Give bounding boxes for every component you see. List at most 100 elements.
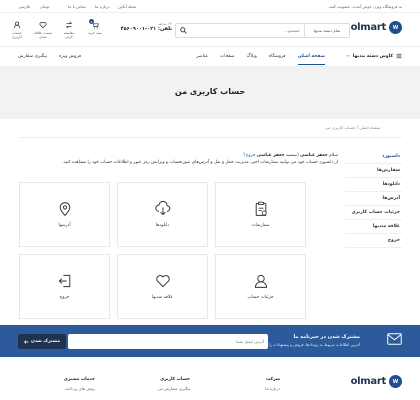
subscribe-label: مشترک شدن (30, 339, 61, 344)
divider (18, 137, 402, 138)
site-logo[interactable]: W olmart (351, 21, 402, 34)
logout-icon (58, 274, 70, 288)
clipboard-icon (255, 201, 267, 216)
nav-item-pages[interactable]: صفحات (220, 54, 235, 65)
footer-logo-mark: W (389, 375, 402, 388)
account-button[interactable]: حساب کاربری (8, 21, 26, 39)
sidebar-item-orders[interactable]: سفارش‌ها (345, 164, 402, 178)
card-downloads[interactable]: دانلودها (117, 182, 208, 247)
contact-link[interactable]: تماس با ما (68, 4, 86, 9)
nav-item-home[interactable]: صفحه اصلی (297, 54, 325, 65)
search-category-select[interactable]: تمام دسته بندیها (304, 24, 349, 37)
card-addresses[interactable]: آدرسها (19, 182, 110, 247)
user-icon (13, 21, 21, 29)
nav-item-shop[interactable]: فروشگاه (269, 54, 286, 65)
user-name: جعفر عباسی (300, 153, 328, 158)
page-title: حساب کاربری من (174, 87, 246, 96)
welcome-description: از داشبورد حساب خود می توانید سفارشات اخ… (62, 159, 338, 165)
about-link[interactable]: درباره ما (95, 4, 110, 9)
sidebar-item-logout[interactable]: خروج (345, 234, 402, 248)
footer-col-account-title: حساب کاربری (160, 377, 190, 382)
footer-col-service: خدمات مشتری روش های پرداخت (64, 377, 95, 391)
header-icons: 0 سبد خرید مقایسه کردن لیست علاقه مندی ح… (8, 19, 104, 39)
sidebar-item-wishlist[interactable]: علاقه مندیها (345, 220, 402, 234)
footer-link-track-order[interactable]: پیگیری سفارش من (158, 386, 190, 391)
card-account-label: جزئیات حساب (247, 295, 274, 300)
announcement-text: به فروشگاه ویژن خوش آمدید. عضویت کنید. (328, 4, 402, 9)
newsletter-title: مشترک شدن در خبرنامه ما (293, 334, 360, 340)
user-icon (254, 274, 267, 288)
search-bar: تمام دسته بندیها (175, 23, 350, 38)
main-nav: کاوش دسته بندیها صفحه اصلی فروشگاه وبلاگ… (0, 46, 420, 67)
breadcrumb[interactable]: صفحه اصلی / حساب کاربری من (325, 125, 380, 130)
download-icon (154, 201, 170, 216)
nav-left-links: فروش ویژه پیگیری سفارش (18, 54, 81, 59)
card-orders-label: سفارشات (251, 223, 270, 228)
blog-link[interactable]: مجله آنلاین (118, 4, 136, 9)
user-name-2: جعفر عباسی (256, 153, 285, 158)
search-button[interactable] (176, 24, 190, 37)
card-logout-label: خروج (59, 295, 70, 300)
card-addresses-label: آدرسها (58, 223, 71, 228)
footer-logo-text: olmart (350, 376, 387, 387)
envelope-icon (387, 333, 402, 345)
wishlist-button[interactable]: لیست علاقه مندی (34, 21, 52, 39)
logout-link[interactable]: خروج؟ (243, 153, 255, 158)
account-label: حساب کاربری (11, 31, 23, 39)
heart-icon (39, 21, 47, 29)
track-order-link[interactable]: پیگیری سفارش (18, 54, 47, 59)
card-orders[interactable]: سفارشات (215, 182, 306, 247)
compare-button[interactable]: مقایسه کردن (60, 21, 78, 39)
phone-number[interactable]: تلفن: ۰۲۱-۴۵۶۰۹۰۰۱ (120, 26, 172, 32)
page-hero: حساب کاربری من (0, 67, 420, 119)
footer-col-account: حساب کاربری پیگیری سفارش من (158, 377, 190, 391)
welcome-mid: (نیستید (285, 153, 299, 158)
phone-block: ۲۴ ساعته تلفن: ۰۲۱-۴۵۶۰۹۰۰۱ (120, 22, 172, 32)
newsletter-email-input[interactable] (68, 334, 268, 349)
chevron-down-icon (346, 55, 350, 57)
account-sidebar: داشبورد سفارش‌ها دانلودها آدرس‌ها جزئیات… (345, 150, 402, 248)
nav-item-elements[interactable]: عناصر (196, 54, 208, 65)
compare-label: مقایسه کردن (63, 31, 75, 39)
nav-item-blog[interactable]: وبلاگ (247, 54, 257, 65)
heart-icon (155, 275, 170, 288)
currency-select[interactable]: تومان (40, 4, 49, 9)
sidebar-item-addresses[interactable]: آدرس‌ها (345, 192, 402, 206)
footer-logo[interactable]: W olmart (351, 375, 402, 388)
menu-icon (396, 53, 402, 59)
special-sale-link[interactable]: فروش ویژه (59, 54, 81, 59)
welcome-prefix: سلام (329, 153, 338, 158)
menu-items: صفحه اصلی فروشگاه وبلاگ صفحات عناصر (196, 54, 325, 65)
categories-button[interactable]: کاوش دسته بندیها (346, 53, 402, 59)
footer-link-payment[interactable]: روش های پرداخت (64, 386, 95, 391)
language-select[interactable]: فارسی (18, 4, 30, 9)
footer-col-company-title: شرکت (266, 377, 280, 382)
sidebar-item-dashboard[interactable]: داشبورد (345, 150, 402, 164)
search-input[interactable] (190, 24, 304, 37)
sidebar-item-downloads[interactable]: دانلودها (345, 178, 402, 192)
footer: W olmart شرکت درباره ما حساب کاربری پیگی… (0, 357, 420, 400)
cart-label: سبد خرید (88, 31, 102, 35)
top-bar: به فروشگاه ویژن خوش آمدید. عضویت کنید. ف… (0, 0, 420, 13)
welcome-text: سلام جعفر عباسی (نیستید جعفر عباسی خروج؟… (38, 153, 338, 166)
location-icon (59, 202, 70, 217)
newsletter-section: مشترک شدن در خبرنامه ما آخرین اطلاعات مر… (0, 325, 420, 357)
logo-text: olmart (350, 22, 387, 33)
card-wishlist[interactable]: علاقه مندیها (117, 254, 208, 319)
footer-link-about[interactable]: درباره ما (265, 386, 280, 391)
categories-label: کاوش دسته بندیها (352, 53, 393, 59)
logo-mark: W (389, 21, 402, 34)
arrow-left-icon (24, 339, 29, 344)
card-account-details[interactable]: جزئیات حساب (215, 254, 306, 319)
dashboard-cards: سفارشات دانلودها آدرسها جزئیات حساب علاق… (18, 182, 306, 319)
compare-icon (65, 21, 73, 29)
card-wishlist-label: علاقه مندیها (151, 295, 174, 300)
wishlist-label: لیست علاقه مندی (34, 31, 52, 39)
cart-button[interactable]: 0 سبد خرید (86, 19, 104, 39)
subscribe-button[interactable]: مشترک شدن (18, 334, 66, 349)
card-logout[interactable]: خروج (19, 254, 110, 319)
sidebar-item-account-details[interactable]: جزئیات حساب کاربری (345, 206, 402, 220)
cart-badge: 0 (89, 19, 94, 24)
footer-col-company: شرکت درباره ما (265, 377, 280, 391)
footer-col-service-title: خدمات مشتری (63, 377, 95, 382)
